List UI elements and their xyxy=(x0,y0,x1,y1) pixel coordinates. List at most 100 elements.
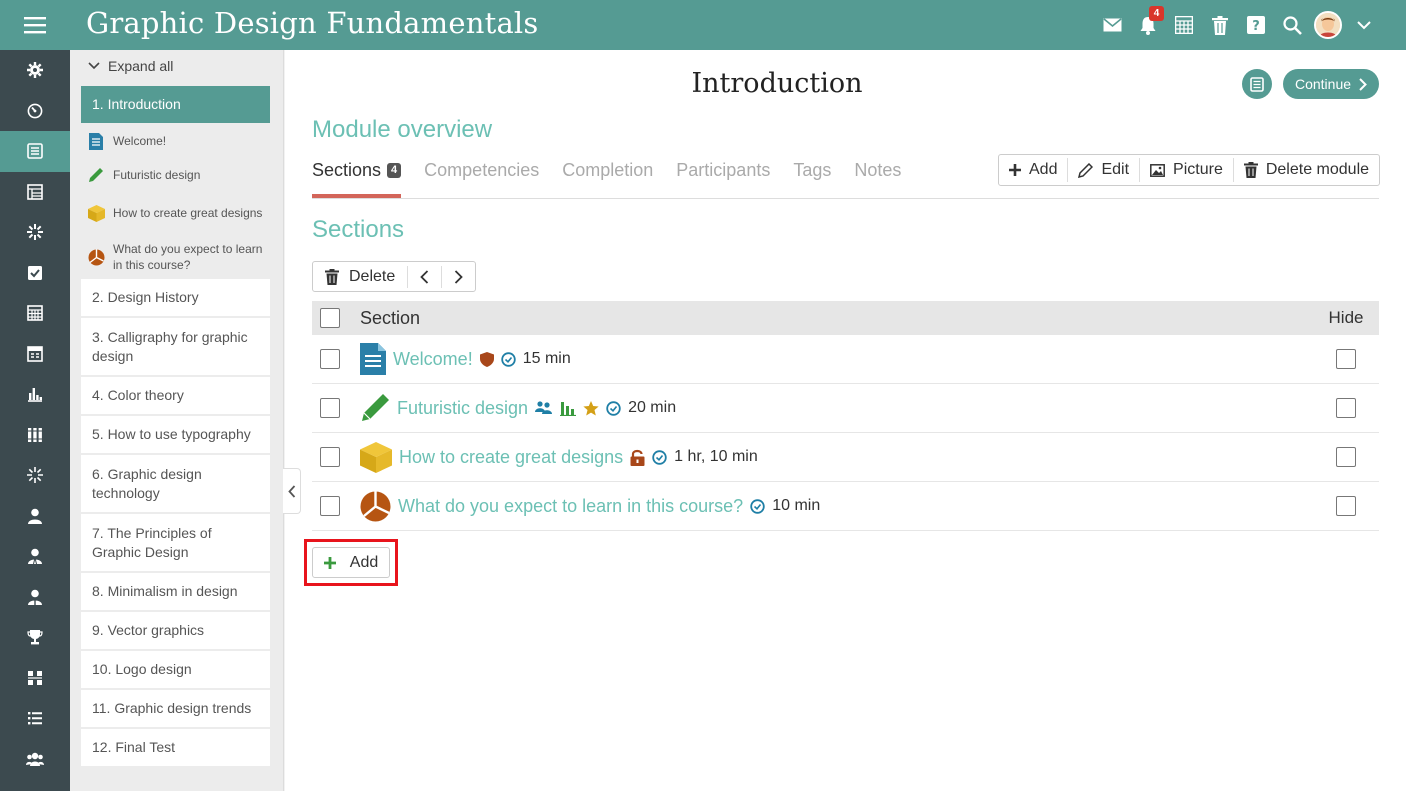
module-item-2[interactable]: 2. Design History xyxy=(81,279,270,316)
module-item-5[interactable]: 5. How to use typography xyxy=(81,416,270,453)
expand-all-toggle[interactable]: Expand all xyxy=(88,58,173,74)
sections-table: Section Hide Welcome! 15 min Futuristic … xyxy=(312,301,1379,531)
edit-module-button[interactable]: Edit xyxy=(1068,158,1141,182)
section-link[interactable]: Futuristic design xyxy=(397,398,528,419)
instructor-icon[interactable] xyxy=(0,577,70,618)
section-link[interactable]: Welcome! xyxy=(393,349,473,370)
package-icon xyxy=(87,204,105,222)
add-section-button[interactable]: Add xyxy=(312,547,390,578)
community-icon[interactable] xyxy=(0,739,70,780)
trash-icon[interactable] xyxy=(1202,8,1238,42)
book-icon xyxy=(1250,76,1264,92)
expand-all-label: Expand all xyxy=(108,58,174,74)
clock-icon xyxy=(606,400,621,416)
survey-icon xyxy=(360,491,391,521)
tab-completion[interactable]: Completion xyxy=(562,160,653,198)
star-icon xyxy=(583,400,599,415)
tab-participants[interactable]: Participants xyxy=(676,160,770,198)
assignments-icon[interactable] xyxy=(0,253,70,294)
dashboard-icon[interactable] xyxy=(0,91,70,132)
schedule-icon[interactable] xyxy=(0,334,70,375)
module-item-1[interactable]: 1. Introduction xyxy=(81,86,270,123)
add-module-button[interactable]: Add xyxy=(999,158,1069,182)
user-group-icon[interactable] xyxy=(0,536,70,577)
calendar-icon[interactable] xyxy=(1166,8,1202,42)
notification-badge: 4 xyxy=(1149,6,1164,21)
avatar[interactable] xyxy=(1310,8,1346,42)
tab-tags[interactable]: Tags xyxy=(793,160,831,198)
row-select-checkbox[interactable] xyxy=(320,349,340,369)
module-item-7[interactable]: 7. The Principles of Graphic Design xyxy=(81,514,270,571)
module-item-12[interactable]: 12. Final Test xyxy=(81,729,270,766)
outline-subsection-expectations[interactable]: What do you expect to learn in this cour… xyxy=(87,240,267,274)
lock-icon xyxy=(630,449,645,466)
structure-icon[interactable] xyxy=(0,658,70,699)
hide-checkbox[interactable] xyxy=(1336,398,1356,418)
reports-icon[interactable] xyxy=(0,374,70,415)
row-select-checkbox[interactable] xyxy=(320,447,340,467)
calendar-icon[interactable] xyxy=(0,293,70,334)
hide-checkbox[interactable] xyxy=(1336,349,1356,369)
section-duration: 20 min xyxy=(628,399,677,416)
module-item-9[interactable]: 9. Vector graphics xyxy=(81,612,270,649)
tab-sections[interactable]: Sections 4 xyxy=(312,160,402,198)
select-all-checkbox[interactable] xyxy=(320,308,340,328)
settings-icon[interactable] xyxy=(0,50,70,91)
trash-icon xyxy=(325,268,339,285)
main-content: Introduction Continue Module overview Se… xyxy=(285,50,1406,791)
table-row: What do you expect to learn in this cour… xyxy=(312,482,1379,531)
outline-subsection-welcome[interactable]: Welcome! xyxy=(87,130,267,152)
list-icon[interactable] xyxy=(0,698,70,739)
row-select-checkbox[interactable] xyxy=(320,398,340,418)
hide-checkbox[interactable] xyxy=(1336,447,1356,467)
skills-icon[interactable] xyxy=(0,212,70,253)
tab-divider xyxy=(312,198,1379,199)
module-item-3[interactable]: 3. Calligraphy for graphic design xyxy=(81,318,270,375)
collapse-outline-button[interactable] xyxy=(283,468,301,514)
help-icon[interactable]: ? xyxy=(1238,8,1274,42)
module-item-10[interactable]: 10. Logo design xyxy=(81,651,270,688)
chevron-left-icon xyxy=(420,269,429,284)
move-right-button[interactable] xyxy=(442,266,475,288)
hide-checkbox[interactable] xyxy=(1336,496,1356,516)
row-select-checkbox[interactable] xyxy=(320,496,340,516)
trophy-icon[interactable] xyxy=(0,617,70,658)
move-left-button[interactable] xyxy=(408,265,443,288)
library-icon[interactable] xyxy=(0,415,70,456)
table-header: Section Hide xyxy=(312,301,1379,335)
section-link[interactable]: What do you expect to learn in this cour… xyxy=(398,496,743,517)
continue-button[interactable]: Continue xyxy=(1283,69,1379,99)
catalog-icon[interactable] xyxy=(0,172,70,213)
clock-icon xyxy=(652,449,667,465)
outline-subsection-futuristic[interactable]: Futuristic design xyxy=(87,164,267,186)
mail-icon[interactable] xyxy=(1094,8,1130,42)
app-title: Graphic Design Fundamentals xyxy=(86,6,539,40)
module-item-6[interactable]: 6. Graphic design technology xyxy=(81,455,270,512)
module-item-11[interactable]: 11. Graphic design trends xyxy=(81,690,270,727)
bell-icon[interactable]: 4 xyxy=(1130,6,1166,42)
delete-module-button[interactable]: Delete module xyxy=(1234,158,1379,182)
module-item-8[interactable]: 8. Minimalism in design xyxy=(81,573,270,610)
tab-competencies[interactable]: Competencies xyxy=(424,160,539,198)
module-overview-heading: Module overview xyxy=(312,116,493,143)
pencil-icon xyxy=(87,167,105,183)
menu-icon[interactable] xyxy=(0,0,70,50)
shield-icon xyxy=(479,351,494,367)
search-icon[interactable] xyxy=(1274,8,1310,42)
module-menu-button[interactable] xyxy=(1242,69,1272,99)
module-item-4[interactable]: 4. Color theory xyxy=(81,377,270,414)
section-duration: 10 min xyxy=(772,497,821,514)
chevron-down-icon[interactable] xyxy=(1346,8,1382,42)
competencies-icon[interactable] xyxy=(0,455,70,496)
user-icon[interactable] xyxy=(0,496,70,537)
tab-notes[interactable]: Notes xyxy=(854,160,901,198)
courses-icon[interactable] xyxy=(0,131,70,172)
section-link[interactable]: How to create great designs xyxy=(399,447,623,468)
table-row: Welcome! 15 min xyxy=(312,335,1379,384)
top-bar: Graphic Design Fundamentals 4 ? xyxy=(0,0,1406,50)
delete-sections-button[interactable]: Delete xyxy=(313,265,409,288)
outline-subsection-create-designs[interactable]: How to create great designs xyxy=(87,196,267,230)
chevron-right-icon xyxy=(1359,77,1367,91)
section-duration: 1 hr, 10 min xyxy=(674,448,758,465)
picture-button[interactable]: Picture xyxy=(1140,158,1234,182)
